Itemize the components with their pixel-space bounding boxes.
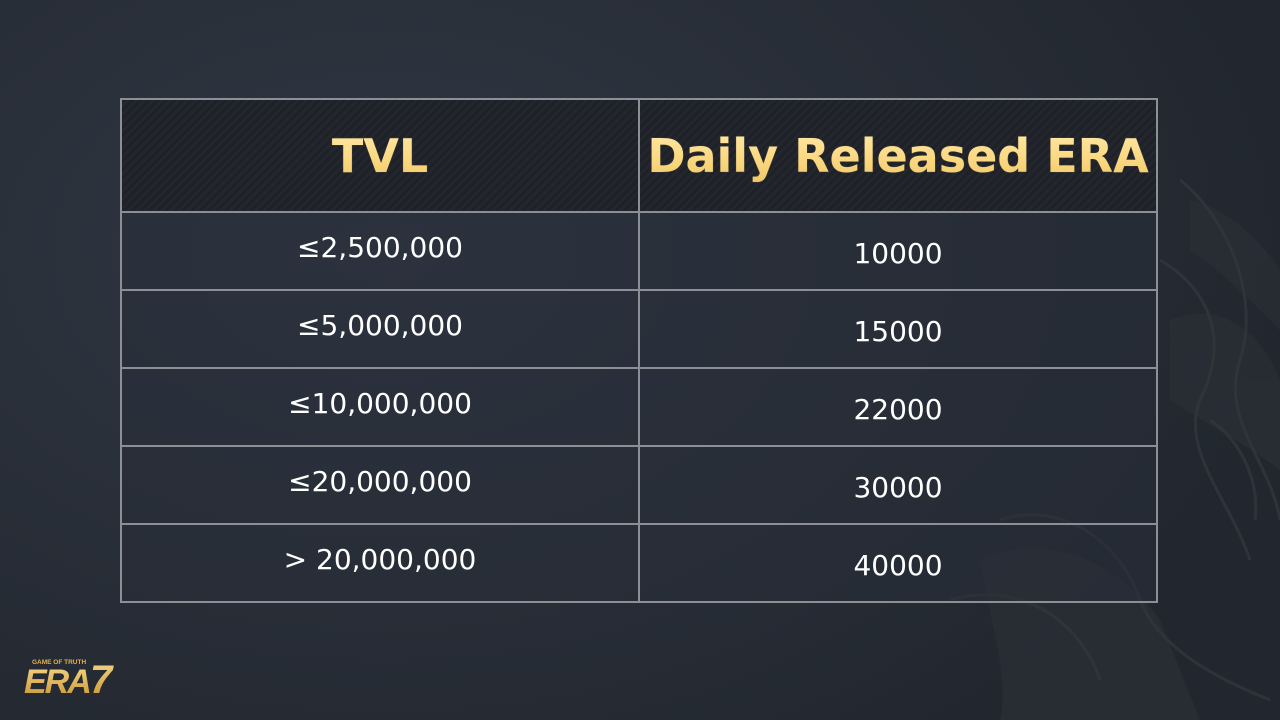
header-daily-released-era: Daily Released ERA xyxy=(638,98,1158,213)
tvl-cell: ≤2,500,000 xyxy=(120,211,640,291)
era-cell: 15000 xyxy=(638,289,1158,369)
header-tvl: TVL xyxy=(120,98,640,213)
table-row: ≤5,000,000 15000 xyxy=(120,289,1158,369)
logo-number: 7 xyxy=(90,658,114,700)
table-row: ≤10,000,000 22000 xyxy=(120,367,1158,447)
table-header-row: TVL Daily Released ERA xyxy=(120,98,1158,213)
table-row: ≤2,500,000 10000 xyxy=(120,211,1158,291)
era-cell: 40000 xyxy=(638,523,1158,603)
table-row: ≤20,000,000 30000 xyxy=(120,445,1158,525)
era7-logo: GAME OF TRUTH ERA 7 xyxy=(22,650,137,700)
logo-wordmark: ERA xyxy=(24,663,90,700)
table-row: > 20,000,000 40000 xyxy=(120,523,1158,603)
tvl-cell: ≤10,000,000 xyxy=(120,367,640,447)
tvl-cell: > 20,000,000 xyxy=(120,523,640,603)
era-cell: 22000 xyxy=(638,367,1158,447)
tvl-cell: ≤20,000,000 xyxy=(120,445,640,525)
era-cell: 10000 xyxy=(638,211,1158,291)
tvl-release-table: TVL Daily Released ERA ≤2,500,000 10000 … xyxy=(120,98,1158,603)
era-cell: 30000 xyxy=(638,445,1158,525)
tvl-cell: ≤5,000,000 xyxy=(120,289,640,369)
